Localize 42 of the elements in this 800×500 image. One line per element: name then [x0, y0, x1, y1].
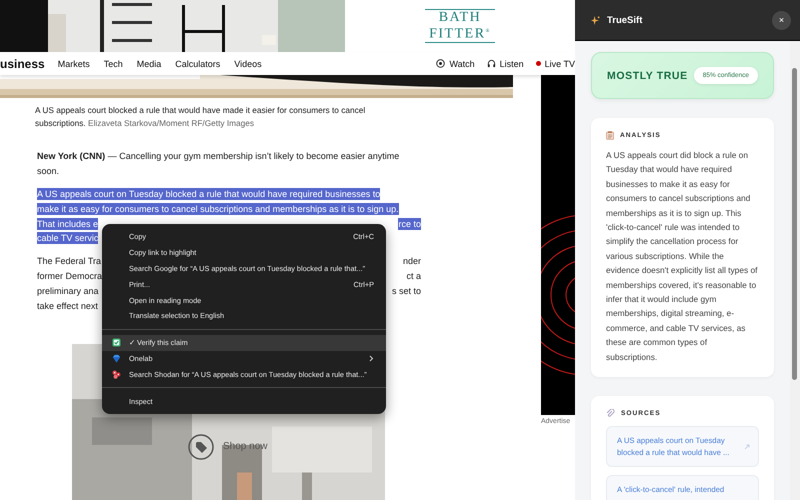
logo: BATH FITTER$^{®}$ — [425, 8, 495, 44]
nav-link[interactable]: Tech — [104, 58, 123, 68]
nav-link[interactable]: Calculators — [175, 58, 220, 68]
article-text: rce to — [398, 218, 421, 230]
article-text: New York (CNN) — Cancelling your gym membership isn’t likely to become easier anytime — [37, 150, 400, 162]
article-text: take effect next — [37, 300, 98, 312]
article-text: That includes e — [37, 218, 98, 230]
play-circle-icon — [436, 59, 446, 68]
clipboard-icon — [606, 131, 614, 140]
article-text: cable TV servic — [37, 232, 98, 244]
nav-action[interactable]: Live TV — [536, 58, 575, 68]
external-link-icon — [744, 444, 750, 450]
sparkle-icon — [591, 16, 600, 24]
caption-text: A US appeals court blocked a rule that would have made it easier for consumers to cancel — [35, 104, 366, 116]
tag-icon — [188, 434, 214, 460]
analysis-text: A US appeals court did block a rule on Tuesday that would have required businesses to make it as easy for consumers to cancel subscriptions and memberships as it is to sign up. This 'click-to-cancel' rule was intended to simplify the cancellation process for various subscriptions. While the evidence doesn't explicitly list all types of memberships covered, it's reasonable to infer that it would include gym memberships, digital streaming, e-commerce, and cable TV services, as these are common types of subscriptions. — [606, 149, 758, 364]
close-button[interactable]: × — [772, 10, 791, 30]
section-title: usiness — [0, 56, 45, 70]
article-text: former Democra — [37, 270, 102, 282]
nav-action[interactable]: Listen — [486, 58, 524, 68]
article-text: A US appeals court on Tuesday blocked a rule that would have required businesses to — [37, 188, 380, 200]
diamond-icon — [112, 354, 121, 364]
check-badge-icon — [112, 338, 121, 348]
nav-link[interactable]: Videos — [234, 58, 262, 68]
dots-icon — [112, 370, 121, 379]
caption-text: subscriptions. Elizaveta Starkova/Moment RF/Getty Images — [35, 116, 256, 129]
nav-link[interactable]: Media — [136, 58, 162, 68]
app-title: TrueSift — [607, 14, 644, 26]
article-text: s set to — [392, 284, 421, 297]
nav-link[interactable]: Markets — [58, 58, 90, 68]
paperclip-icon — [606, 409, 615, 418]
verdict-label: MOSTLY TRUE — [607, 70, 688, 82]
article-text: ct a — [406, 270, 421, 282]
scroll-thumb[interactable] — [792, 68, 797, 380]
article-text: preliminary ana — [37, 284, 99, 297]
article-text: soon. — [37, 165, 60, 178]
headphones-icon — [486, 59, 496, 68]
article-text: The Federal Tra — [37, 255, 102, 268]
nav-action[interactable]: Watch — [436, 58, 475, 68]
article-text: nder — [402, 255, 421, 268]
article-text: make it as easy for consumers to cancel subscriptions and memberships as it is to sign up. — [37, 202, 399, 215]
live-dot-icon — [536, 61, 541, 66]
